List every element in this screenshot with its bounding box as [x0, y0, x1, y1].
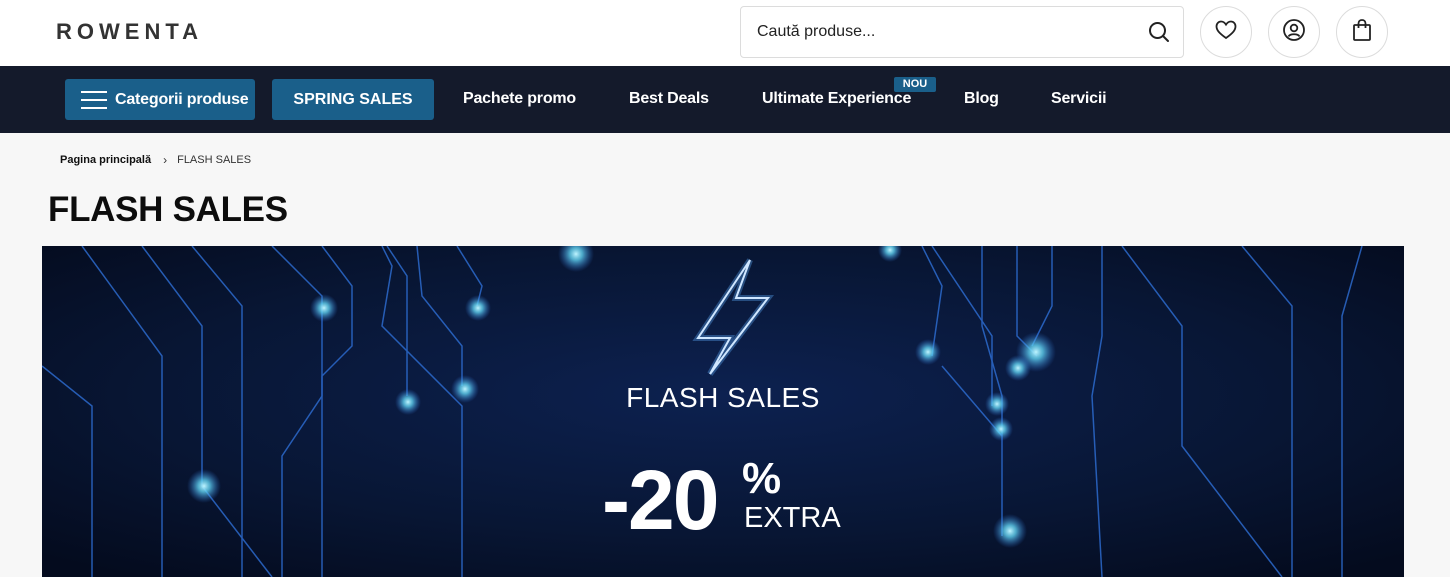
chevron-right-icon: ›	[163, 153, 168, 167]
rowenta-logo[interactable]: ROWENTA	[56, 19, 252, 43]
nav-link-ultimate-experience[interactable]: Ultimate Experience	[762, 90, 911, 108]
top-header: ROWENTA	[0, 0, 1450, 66]
nav-link-best-deals[interactable]: Best Deals	[629, 90, 709, 108]
flash-sales-banner[interactable]: FLASH SALES -20 % EXTRA	[42, 246, 1404, 577]
search-box	[740, 6, 1184, 58]
breadcrumb-home[interactable]: Pagina principală	[60, 154, 151, 166]
nav-link-pachete-promo[interactable]: Pachete promo	[463, 90, 576, 108]
bag-icon	[1351, 18, 1373, 47]
search-icon[interactable]	[1147, 20, 1171, 44]
discount-value: -20	[602, 453, 719, 547]
account-button[interactable]	[1268, 6, 1320, 58]
banner-title: FLASH SALES	[626, 382, 820, 413]
spring-sales-button[interactable]: SPRING SALES	[272, 79, 434, 120]
breadcrumb-current: FLASH SALES	[177, 154, 252, 166]
categories-button[interactable]: Categorii produse	[65, 79, 255, 120]
svg-text:ROWENTA: ROWENTA	[56, 19, 203, 43]
nav-link-blog[interactable]: Blog	[964, 90, 999, 108]
new-badge: NOU	[894, 77, 936, 92]
user-icon	[1282, 18, 1306, 47]
hamburger-menu-icon	[81, 90, 107, 109]
discount-percent: %	[742, 454, 782, 503]
nav-link-servicii[interactable]: Servicii	[1051, 90, 1107, 108]
main-navigation: Categorii produse SPRING SALES Pachete p…	[0, 66, 1450, 133]
heart-icon	[1215, 20, 1237, 45]
categories-label: Categorii produse	[115, 90, 249, 108]
breadcrumb: Pagina principală › FLASH SALES	[60, 153, 251, 167]
page-title: FLASH SALES	[48, 190, 288, 229]
cart-button[interactable]	[1336, 6, 1388, 58]
discount-extra-label: EXTRA	[744, 502, 841, 534]
wishlist-button[interactable]	[1200, 6, 1252, 58]
search-input[interactable]	[757, 7, 1137, 57]
